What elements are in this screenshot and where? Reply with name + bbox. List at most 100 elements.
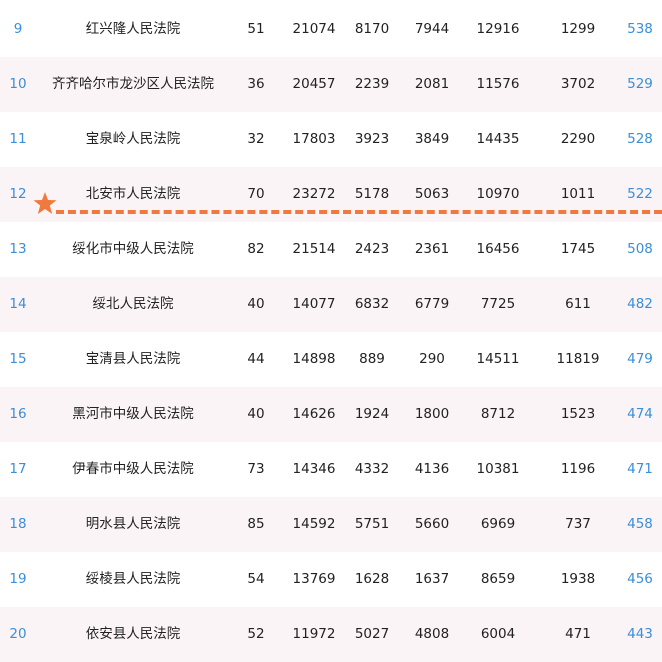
value-cell: 40 xyxy=(247,406,265,422)
value-cell: 17803 xyxy=(292,131,336,147)
court-name-cell: 绥化市中级人民法院 xyxy=(72,241,194,257)
score-cell: 474 xyxy=(627,406,653,422)
value-cell: 2239 xyxy=(354,76,390,92)
court-name-cell: 绥北人民法院 xyxy=(92,296,174,312)
score-cell: 456 xyxy=(627,571,653,587)
value-cell: 44 xyxy=(247,351,265,367)
value-cell: 14511 xyxy=(476,351,520,367)
value-cell: 13769 xyxy=(292,571,336,587)
value-cell: 7944 xyxy=(414,21,450,37)
court-name-cell: 齐齐哈尔市龙沙区人民法院 xyxy=(52,76,214,92)
value-cell: 8170 xyxy=(354,21,390,37)
value-cell: 737 xyxy=(565,516,591,532)
value-cell: 14077 xyxy=(292,296,336,312)
value-cell: 4808 xyxy=(414,626,450,642)
table-row: 10 齐齐哈尔市龙沙区人民法院 36 20457 2239 2081 11576… xyxy=(0,57,662,112)
table-row: 13 绥化市中级人民法院 82 21514 2423 2361 16456 17… xyxy=(0,222,662,277)
score-cell: 458 xyxy=(627,516,653,532)
value-cell: 2361 xyxy=(414,241,450,257)
rank-cell: 11 xyxy=(9,131,27,147)
court-name-cell: 依安县人民法院 xyxy=(85,626,181,642)
value-cell: 8659 xyxy=(480,571,516,587)
value-cell: 14592 xyxy=(292,516,336,532)
value-cell: 3923 xyxy=(354,131,390,147)
table-row: 11 宝泉岭人民法院 32 17803 3923 3849 14435 2290… xyxy=(0,112,662,167)
value-cell: 11576 xyxy=(476,76,520,92)
value-cell: 611 xyxy=(565,296,591,312)
rank-cell: 12 xyxy=(9,186,27,202)
ranking-table: 9 红兴隆人民法院 51 21074 8170 7944 12916 1299 … xyxy=(0,0,662,662)
value-cell: 4332 xyxy=(354,461,390,477)
value-cell: 21514 xyxy=(292,241,336,257)
score-cell: 479 xyxy=(627,351,653,367)
score-cell: 528 xyxy=(627,131,653,147)
value-cell: 1299 xyxy=(560,21,596,37)
value-cell: 1196 xyxy=(560,461,596,477)
rank-cell: 10 xyxy=(9,76,27,92)
value-cell: 82 xyxy=(247,241,265,257)
score-cell: 508 xyxy=(627,241,653,257)
rank-cell: 9 xyxy=(13,21,23,37)
value-cell: 3702 xyxy=(560,76,596,92)
court-name-cell: 黑河市中级人民法院 xyxy=(72,406,194,422)
value-cell: 14435 xyxy=(476,131,520,147)
rank-cell: 17 xyxy=(9,461,27,477)
value-cell: 20457 xyxy=(292,76,336,92)
table-row: 9 红兴隆人民法院 51 21074 8170 7944 12916 1299 … xyxy=(0,2,662,57)
rank-cell: 19 xyxy=(9,571,27,587)
value-cell: 1745 xyxy=(560,241,596,257)
value-cell: 2423 xyxy=(354,241,390,257)
value-cell: 12916 xyxy=(476,21,520,37)
table-row: 20 依安县人民法院 52 11972 5027 4808 6004 471 4… xyxy=(0,607,662,662)
value-cell: 16456 xyxy=(476,241,520,257)
value-cell: 40 xyxy=(247,296,265,312)
value-cell: 5027 xyxy=(354,626,390,642)
value-cell: 52 xyxy=(247,626,265,642)
rank-cell: 13 xyxy=(9,241,27,257)
rank-cell: 15 xyxy=(9,351,27,367)
value-cell: 1523 xyxy=(560,406,596,422)
score-cell: 538 xyxy=(627,21,653,37)
star-icon xyxy=(33,192,57,214)
value-cell: 2290 xyxy=(560,131,596,147)
court-name-cell: 绥棱县人民法院 xyxy=(85,571,181,587)
value-cell: 11819 xyxy=(556,351,600,367)
score-cell: 529 xyxy=(627,76,653,92)
value-cell: 54 xyxy=(247,571,265,587)
value-cell: 14346 xyxy=(292,461,336,477)
value-cell: 7725 xyxy=(480,296,516,312)
value-cell: 11972 xyxy=(292,626,336,642)
value-cell: 32 xyxy=(247,131,265,147)
table-row: 19 绥棱县人民法院 54 13769 1628 1637 8659 1938 … xyxy=(0,552,662,607)
court-name-cell: 宝泉岭人民法院 xyxy=(85,131,181,147)
value-cell: 1924 xyxy=(354,406,390,422)
score-cell: 443 xyxy=(627,626,653,642)
rank-cell: 16 xyxy=(9,406,27,422)
value-cell: 4136 xyxy=(414,461,450,477)
value-cell: 21074 xyxy=(292,21,336,37)
rank-cell: 14 xyxy=(9,296,27,312)
value-cell: 14626 xyxy=(292,406,336,422)
table-row: 16 黑河市中级人民法院 40 14626 1924 1800 8712 152… xyxy=(0,387,662,442)
table-row: 14 绥北人民法院 40 14077 6832 6779 7725 611 48… xyxy=(0,277,662,332)
value-cell: 51 xyxy=(247,21,265,37)
court-name-cell: 明水县人民法院 xyxy=(85,516,181,532)
value-cell: 6969 xyxy=(480,516,516,532)
value-cell: 6779 xyxy=(414,296,450,312)
value-cell: 471 xyxy=(565,626,591,642)
value-cell: 889 xyxy=(359,351,385,367)
value-cell: 3849 xyxy=(414,131,450,147)
score-cell: 482 xyxy=(627,296,653,312)
value-cell: 5660 xyxy=(414,516,450,532)
value-cell: 73 xyxy=(247,461,265,477)
value-cell: 10381 xyxy=(476,461,520,477)
value-cell: 6832 xyxy=(354,296,390,312)
value-cell: 8712 xyxy=(480,406,516,422)
value-cell: 1628 xyxy=(354,571,390,587)
value-cell: 2081 xyxy=(414,76,450,92)
value-cell: 1800 xyxy=(414,406,450,422)
value-cell: 36 xyxy=(247,76,265,92)
table-row: 15 宝清县人民法院 44 14898 889 290 14511 11819 … xyxy=(0,332,662,387)
value-cell: 290 xyxy=(419,351,445,367)
rank-cell: 18 xyxy=(9,516,27,532)
